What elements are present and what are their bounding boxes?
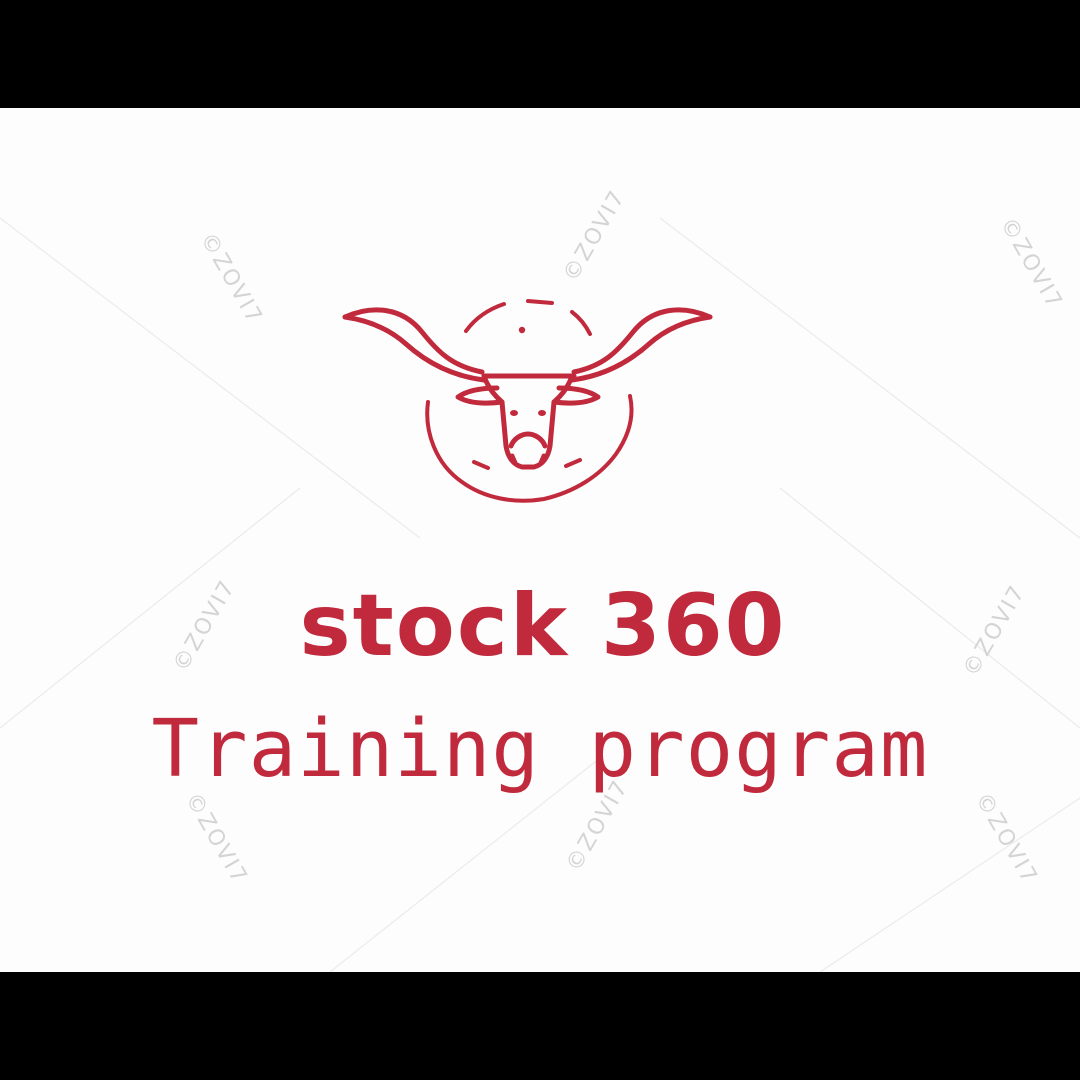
longhorn-bull-icon	[342, 299, 713, 503]
watermark-text: ©ZOVI7	[195, 229, 267, 329]
letterbox-bottom	[0, 972, 1080, 1080]
watermark-text: ©ZOVI7	[180, 789, 252, 889]
logo-canvas: ©ZOVI7 ©ZOVI7 ©ZOVI7 ©ZOVI7 ©ZOVI7 ©ZOVI…	[0, 108, 1080, 972]
tagline: Training program	[151, 703, 929, 795]
watermark-text: ©ZOVI7	[970, 789, 1042, 889]
brand-name: stock 360	[299, 576, 787, 676]
watermark-text: ©ZOVI7	[559, 186, 631, 286]
letterbox-top	[0, 0, 1080, 108]
watermark-text: ©ZOVI7	[995, 214, 1067, 314]
